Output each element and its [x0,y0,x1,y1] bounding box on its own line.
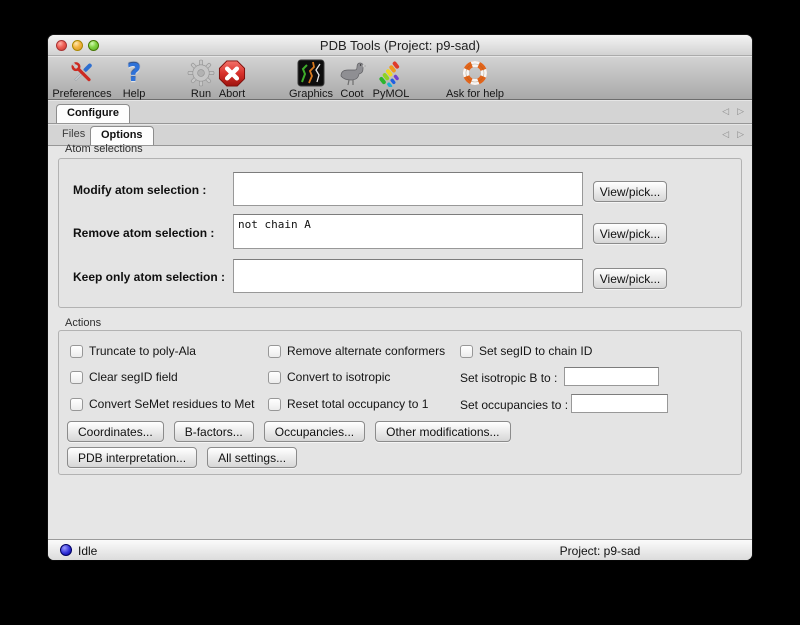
toolbar-label: Run [191,88,211,100]
toolbar-button-help[interactable]: ? Help [123,58,146,100]
keep-only-atom-selection-field[interactable] [233,259,583,293]
checkbox-label: Convert to isotropic [287,370,390,384]
checkbox-label: Remove alternate conformers [287,344,445,358]
checkbox-row: Truncate to poly-Ala [70,344,196,358]
tools-icon [67,58,97,88]
checkbox-row: Set segID to chain ID [460,344,592,358]
checkbox-row: Convert SeMet residues to Met [70,397,254,411]
status-bar: Idle Project: p9-sad [48,539,752,560]
toolbar-label: Graphics [289,88,333,100]
arrow-left-icon[interactable]: ◁ [722,107,729,117]
view-pick-button-keep-only[interactable]: View/pick... [593,268,667,289]
occupancies-button[interactable]: Occupancies... [264,421,365,442]
checkbox-set-segid-to-chain-id[interactable] [460,345,473,358]
view-pick-button-modify[interactable]: View/pick... [593,181,667,202]
toolbar: Preferences ? Help [48,57,752,100]
toolbar-label: Coot [340,88,363,100]
arrow-right-icon[interactable]: ▷ [737,107,744,117]
set-isotropic-b-input[interactable] [564,367,659,386]
checkbox-convert-to-isotropic[interactable] [268,371,281,384]
toolbar-label: Ask for help [446,88,504,100]
modify-atom-selection-field[interactable] [233,172,583,206]
set-occupancies-label: Set occupancies to : [460,398,568,412]
view-pick-button-remove[interactable]: View/pick... [593,223,667,244]
stop-x-icon [218,58,247,88]
toolbar-button-graphics[interactable]: Graphics [289,58,333,100]
window-title: PDB Tools (Project: p9-sad) [48,38,752,53]
pdb-interpretation-button[interactable]: PDB interpretation... [67,447,197,468]
actions-buttons-row1: Coordinates... B-factors... Occupancies.… [67,421,511,442]
group-label-atom-selections: Atom selections [65,143,143,155]
toolbar-button-ask-for-help[interactable]: Ask for help [446,58,504,100]
tabstrip-files-options: Files Options ◁ ▷ [48,125,752,146]
checkbox-row: Reset total occupancy to 1 [268,397,428,411]
checkbox-remove-alternate-conformers[interactable] [268,345,281,358]
checkbox-row: Convert to isotropic [268,370,390,384]
checkbox-row: Clear segID field [70,370,178,384]
status-indicator-icon [60,544,72,556]
toolbar-button-pymol[interactable]: PyMOL [373,58,410,100]
toolbar-button-run[interactable]: Run [187,58,215,100]
titlebar: PDB Tools (Project: p9-sad) [48,35,752,56]
checkbox-label: Clear segID field [89,370,178,384]
arrow-left-icon[interactable]: ◁ [722,130,729,140]
question-mark-icon: ? [127,58,142,88]
actions-buttons-row2: PDB interpretation... All settings... [67,447,297,468]
atom-selections-group: Modify atom selection : View/pick... Rem… [58,158,742,308]
desktop: PDB Tools (Project: p9-sad) [0,0,800,625]
set-isotropic-b-label: Set isotropic B to : [460,371,557,385]
checkbox-convert-semet-to-met[interactable] [70,398,83,411]
group-label-actions: Actions [65,317,101,329]
checkbox-label: Truncate to poly-Ala [89,344,196,358]
set-occupancies-input[interactable] [571,394,668,413]
tab-scroll-arrows: ◁ ▷ [722,107,744,117]
checkbox-label: Reset total occupancy to 1 [287,397,428,411]
all-settings-button[interactable]: All settings... [207,447,297,468]
toolbar-button-abort[interactable]: Abort [218,58,247,100]
coordinates-button[interactable]: Coordinates... [67,421,164,442]
toolbar-button-preferences[interactable]: Preferences [52,58,111,100]
project-label: Project: p9-sad [560,544,641,558]
toolbar-label: Preferences [52,88,111,100]
molecule-graphics-icon [297,58,325,88]
tab-scroll-arrows: ◁ ▷ [722,130,744,140]
checkbox-clear-segid-field[interactable] [70,371,83,384]
app-window: PDB Tools (Project: p9-sad) [48,35,752,560]
other-modifications-button[interactable]: Other modifications... [375,421,510,442]
checkbox-label: Set segID to chain ID [479,344,592,358]
remove-atom-selection-field[interactable]: not chain A [233,214,583,249]
checkbox-truncate-to-poly-ala[interactable] [70,345,83,358]
modify-atom-selection-label: Modify atom selection : [73,183,206,197]
checkbox-reset-total-occupancy[interactable] [268,398,281,411]
checkbox-row: Remove alternate conformers [268,344,445,358]
remove-atom-selection-label: Remove atom selection : [73,226,214,240]
toolbar-label: Abort [219,88,245,100]
toolbar-button-coot[interactable]: Coot [337,58,367,100]
toolbar-label: Help [123,88,146,100]
tab-configure[interactable]: Configure [56,104,130,123]
arrow-right-icon[interactable]: ▷ [737,130,744,140]
actions-group: Truncate to poly-Ala Clear segID field C… [58,330,742,475]
checkbox-label: Convert SeMet residues to Met [89,397,254,411]
rainbow-ribbon-icon [376,58,406,88]
lifebuoy-icon [460,58,490,88]
coot-bird-icon [337,58,367,88]
keep-only-atom-selection-label: Keep only atom selection : [73,270,225,284]
gear-icon [187,58,215,88]
status-text: Idle [78,544,97,558]
tabstrip-configure: Configure ◁ ▷ [48,101,752,124]
toolbar-label: PyMOL [373,88,410,100]
b-factors-button[interactable]: B-factors... [174,421,254,442]
